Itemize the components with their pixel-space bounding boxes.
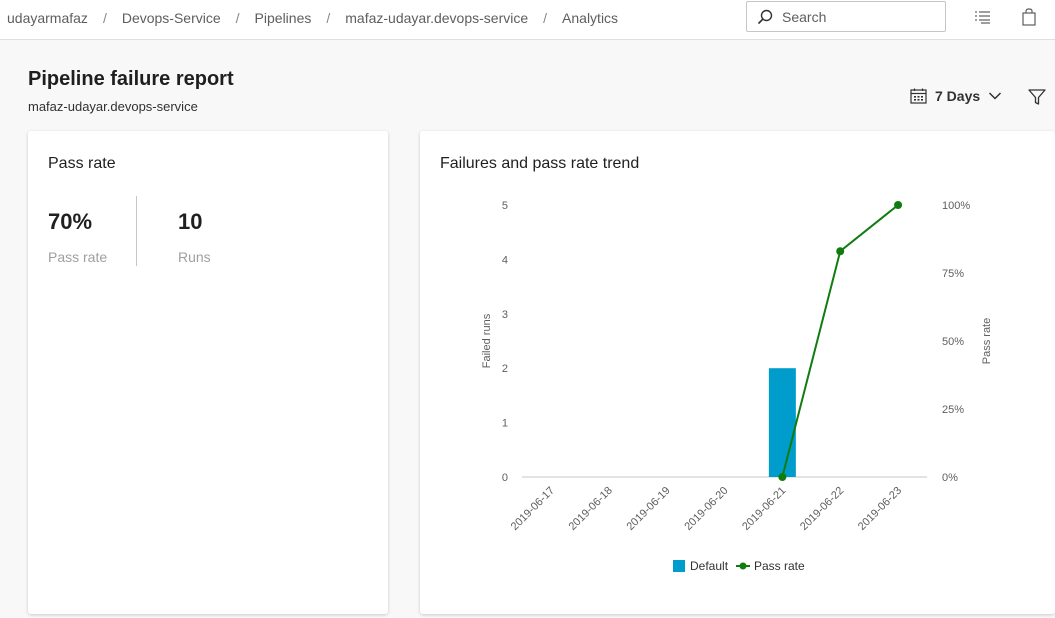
pass-rate-value: 70% xyxy=(48,209,93,234)
y-axis-tick-label: 0 xyxy=(502,472,508,484)
breadcrumb-separator: / xyxy=(102,10,107,26)
pass-rate-metric: 70% Pass rate xyxy=(48,209,107,265)
filter-icon[interactable] xyxy=(1028,88,1046,106)
y2-axis-tick-label: 100% xyxy=(942,200,970,212)
pass-rate-point xyxy=(778,473,787,481)
search-placeholder: Search xyxy=(782,8,827,25)
pass-rate-card-title: Pass rate xyxy=(48,155,116,172)
y2-axis-tick-label: 75% xyxy=(942,268,964,280)
x-axis-tick-label: 2019-06-23 xyxy=(856,485,904,533)
list-settings-icon[interactable] xyxy=(974,8,992,26)
runs-value: 10 xyxy=(178,209,203,234)
trend-card: Failures and pass rate trend 0 1 2 3 4 5 0% 25%… xyxy=(420,131,1055,614)
breadcrumb-pipeline[interactable]: mafaz-udayar.devops-service xyxy=(345,10,528,26)
breadcrumb: udayarmafaz / Devops-Service / Pipelines… xyxy=(7,0,618,36)
pass-rate-card: Pass rate 70% Pass rate 10 Runs xyxy=(28,131,388,614)
legend-label-pass-rate: Pass rate xyxy=(754,559,805,573)
search-box[interactable]: Search xyxy=(746,1,946,32)
shopping-bag-icon[interactable] xyxy=(1020,8,1038,26)
x-axis-tick-label: 2019-06-20 xyxy=(682,485,730,533)
chevron-down-icon xyxy=(989,92,1002,100)
breadcrumb-project[interactable]: Devops-Service xyxy=(122,10,221,26)
pass-rate-label: Pass rate xyxy=(48,249,108,265)
legend-label-default: Default xyxy=(690,559,729,573)
x-axis-tick-label: 2019-06-17 xyxy=(509,485,557,533)
y-axis-tick-label: 1 xyxy=(502,418,508,430)
x-axis-tick-label: 2019-06-19 xyxy=(624,485,672,533)
y-axis-tick-label: 3 xyxy=(502,309,508,321)
y-axis-tick-label: 2 xyxy=(502,363,508,375)
y-axis-tick-label: 5 xyxy=(502,200,508,212)
page-subtitle: mafaz-udayar.devops-service xyxy=(28,99,198,114)
top-navigation-bar: udayarmafaz / Devops-Service / Pipelines… xyxy=(0,0,1055,40)
search-icon xyxy=(757,9,773,24)
x-axis-tick-label: 2019-06-21 xyxy=(740,485,788,533)
y2-axis-tick-label: 0% xyxy=(942,472,958,484)
x-axis-tick-label: 2019-06-18 xyxy=(567,485,615,533)
date-range-label: 7 Days xyxy=(935,88,981,104)
calendar-icon xyxy=(910,88,927,104)
breadcrumb-organization[interactable]: udayarmafaz xyxy=(7,10,88,26)
pass-rate-point xyxy=(894,201,903,209)
y2-axis-tick-label: 50% xyxy=(942,336,964,348)
pass-rate-line xyxy=(781,204,899,478)
breadcrumb-separator: / xyxy=(235,10,240,26)
y2-axis-tick-label: 25% xyxy=(942,404,964,416)
y-axis-title: Failed runs xyxy=(481,313,493,368)
bar-default xyxy=(768,368,796,477)
y-axis-tick-label: 4 xyxy=(502,254,508,266)
x-axis-tick-label: 2019-06-22 xyxy=(798,485,846,533)
date-range-dropdown[interactable]: 7 Days xyxy=(910,88,1002,104)
page-title: Pipeline failure report xyxy=(28,68,234,90)
trend-chart: 0123450%25%50%75%100%Failed runs Pass rat… xyxy=(481,200,993,573)
y2-axis-title: Pass rate xyxy=(981,318,993,364)
breadcrumb-separator: / xyxy=(326,10,331,26)
runs-label: Runs xyxy=(178,249,211,265)
pass-rate-point xyxy=(836,247,845,256)
breadcrumb-pipelines[interactable]: Pipelines xyxy=(255,10,312,26)
runs-metric: 10 Runs xyxy=(178,209,211,265)
breadcrumb-separator: / xyxy=(543,10,548,26)
legend-marker-pass-rate xyxy=(739,562,747,570)
metric-divider xyxy=(136,196,137,266)
breadcrumb-analytics[interactable]: Analytics xyxy=(562,10,618,26)
legend-swatch-default xyxy=(673,560,685,572)
